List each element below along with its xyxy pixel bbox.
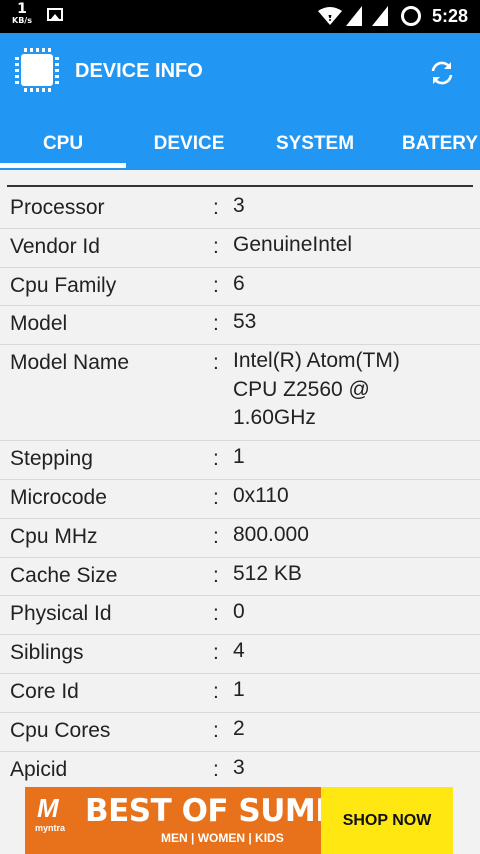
info-value: 1 [233,445,245,469]
info-value: 6 [233,271,245,295]
info-label: Apicid [10,757,68,781]
processor-chip-icon [15,48,59,92]
info-separator: : [213,757,219,781]
selected-tab-indicator [0,163,126,168]
info-value: Intel(R) Atom(TM) CPU Z2560 @ 1.60GHz [233,349,400,430]
info-separator: : [213,602,219,626]
list-top-divider [7,185,473,187]
info-separator: : [213,234,219,258]
info-separator: : [213,196,219,219]
info-label: Processor [10,196,105,219]
info-value: 3 [233,194,245,217]
status-bar: 1 KB/s 5:28 [0,0,480,33]
app-title: DEVICE INFO [75,60,203,82]
info-row: Siblings : 4 [0,635,480,674]
info-row: Cpu Family : 6 [0,268,480,307]
info-value: 0 [233,600,245,624]
info-separator: : [213,485,219,509]
info-separator: : [213,447,219,471]
cpu-info-list[interactable]: Processor : 3 Vendor Id : GenuineIntel C… [0,190,480,790]
ad-brand-name: myntra [35,823,66,833]
network-speed-unit: KB/s [12,16,32,25]
info-value: 3 [233,755,245,779]
info-label: Cpu Cores [10,718,111,742]
info-value: GenuineIntel [233,232,353,256]
info-row: Model Name : Intel(R) Atom(TM) CPU Z2560… [0,345,480,442]
info-label: Model [10,312,68,336]
network-speed-value: 1 [17,1,27,17]
info-row: Core Id : 1 [0,674,480,713]
info-label: Microcode [10,485,107,509]
info-value: 0x110 [233,483,289,507]
tab-system[interactable]: SYSTEM [252,118,378,170]
info-separator: : [213,351,219,375]
signal-icon-1 [346,6,362,26]
signal-icon-2 [372,6,388,26]
network-speed: 1 KB/s [11,2,33,25]
info-row: Cpu Cores : 2 [0,713,480,752]
info-row: Microcode : 0x110 [0,480,480,519]
ad-subline: MEN | WOMEN | KIDS [161,831,284,845]
info-value: 800.000 [233,522,309,546]
info-label: Physical Id [10,602,112,626]
info-separator: : [213,273,219,297]
wifi-icon [318,7,342,25]
info-separator: : [213,524,219,548]
info-label: Cpu Family [10,273,117,297]
info-label: Model Name [10,351,130,375]
tab-battery[interactable]: BATERY [384,118,480,170]
info-row: Apicid : 3 [0,752,480,791]
info-label: Core Id [10,679,79,703]
info-label: Cache Size [10,563,118,587]
info-row: Model : 53 [0,306,480,346]
tab-device[interactable]: DEVICE [126,118,252,170]
info-separator: : [213,718,219,742]
info-label: Stepping [10,447,93,471]
battery-icon [401,6,421,26]
info-value: 4 [233,639,245,663]
ad-brand-logo: M [37,793,59,823]
refresh-icon[interactable] [426,57,458,89]
info-row: Processor : 3 [0,190,480,229]
ad-banner[interactable]: M myntra BEST OF SUMMER MEN | WOMEN | KI… [25,787,453,854]
info-value: 1 [233,677,245,701]
shop-now-button[interactable]: SHOP NOW [321,787,453,854]
info-row: Physical Id : 0 [0,596,480,636]
info-row: Cache Size : 512 KB [0,558,480,597]
info-label: Cpu MHz [10,524,98,548]
gallery-notification-icon [47,8,63,21]
info-value: 2 [233,716,245,740]
clock: 5:28 [432,6,469,26]
info-separator: : [213,641,219,665]
info-separator: : [213,563,219,587]
info-row: Vendor Id : GenuineIntel [0,229,480,268]
info-value: 53 [233,310,257,334]
info-row: Stepping : 1 [0,441,480,480]
info-separator: : [213,679,219,703]
info-label: Vendor Id [10,234,100,258]
info-row: Cpu MHz : 800.000 [0,519,480,558]
info-value: 512 KB [233,561,302,585]
info-separator: : [213,312,219,336]
info-label: Siblings [10,641,84,665]
